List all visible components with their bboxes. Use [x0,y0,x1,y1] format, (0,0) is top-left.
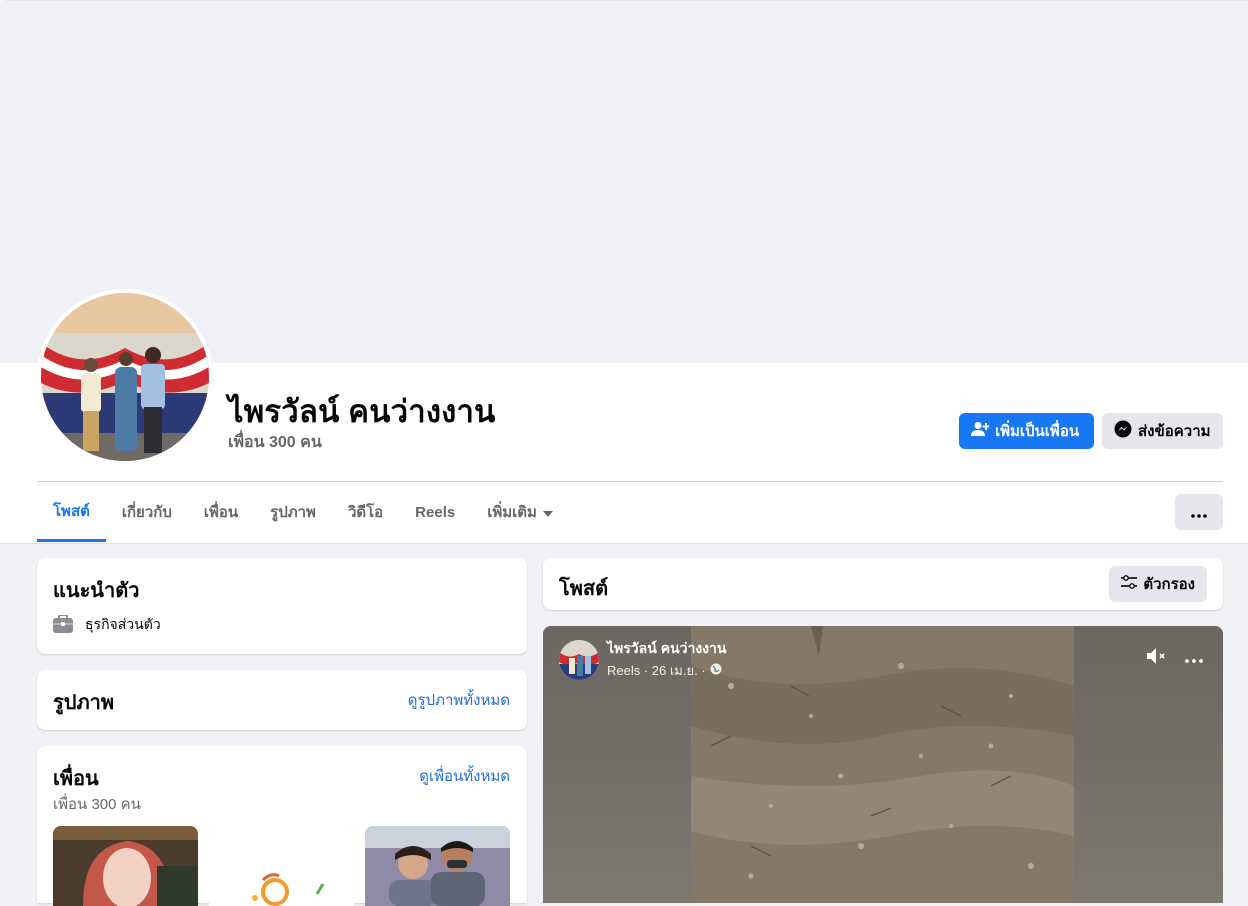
friend-thumbnail[interactable] [209,826,354,906]
profile-name: ไพรวัลน์ คนว่างงาน [228,394,496,429]
reel-author-info: ไพรวัลน์ คนว่างงาน Reels · 26 เม.ย. · [607,638,726,681]
tab-more-label: เพิ่มเติม [487,504,537,521]
reel-controls [1145,646,1203,671]
add-friend-button[interactable]: เพิ่มเป็นเพื่อน [959,413,1094,449]
friend-thumbnail[interactable] [53,826,198,906]
reel-more-icon[interactable] [1185,650,1203,668]
more-dots-icon [1191,502,1207,523]
tab-reels[interactable]: Reels [399,482,471,542]
friends-title[interactable]: เพื่อน [53,762,99,794]
profile-avatar[interactable] [37,289,213,465]
tab-posts[interactable]: โพสต์ [37,482,106,542]
avatar-image [41,293,209,461]
see-all-photos-link[interactable]: ดูรูปภาพทั้งหมด [408,688,510,712]
posts-title: โพสต์ [559,578,609,600]
reel-header: ไพรวัลน์ คนว่างงาน Reels · 26 เม.ย. · [559,638,726,681]
tab-videos[interactable]: วิดีโอ [332,482,399,542]
reel-author-avatar[interactable] [559,639,599,680]
caret-down-icon [542,504,553,521]
reel-post[interactable]: ไพรวัลน์ คนว่างงาน Reels · 26 เม.ย. · [543,626,1223,903]
posts-header-card: โพสต์ ตัวกรอง [543,558,1223,610]
message-label: ส่งข้อความ [1138,423,1211,440]
profile-tabs: โพสต์ เกี่ยวกับ เพื่อน รูปภาพ วิดีโอ Ree… [37,482,569,542]
reel-meta-text[interactable]: Reels · 26 เม.ย. · [607,660,706,681]
tab-about[interactable]: เกี่ยวกับ [106,482,188,542]
reel-meta: Reels · 26 เม.ย. · [607,660,726,681]
intro-card: แนะนำตัว ธุรกิจส่วนตัว [37,558,527,654]
globe-icon [710,663,722,678]
mute-icon[interactable] [1145,646,1167,671]
reel-author-name[interactable]: ไพรวัลน์ คนว่างงาน [607,638,726,660]
intro-item-label: ธุรกิจส่วนตัว [85,616,161,632]
cover-photo[interactable] [5,0,1248,363]
reel-video[interactable] [691,626,1074,903]
filter-label: ตัวกรอง [1143,576,1195,593]
see-all-friends-link[interactable]: ดูเพื่อนทั้งหมด [419,764,510,788]
friends-card: เพื่อน ดูเพื่อนทั้งหมด เพื่อน 300 คน [37,746,527,906]
message-button[interactable]: ส่งข้อความ [1102,413,1223,449]
intro-title: แนะนำตัว [53,580,140,602]
tab-more[interactable]: เพิ่มเติม [471,482,569,542]
friend-count[interactable]: เพื่อน 300 คน [228,430,322,455]
filter-button[interactable]: ตัวกรอง [1109,566,1207,602]
intro-item-work: ธุรกิจส่วนตัว [53,613,161,636]
messenger-icon [1114,420,1132,442]
tab-friends[interactable]: เพื่อน [188,482,254,542]
add-friend-label: เพิ่มเป็นเพื่อน [995,423,1080,440]
tab-photos[interactable]: รูปภาพ [254,482,332,542]
more-options-button[interactable] [1175,494,1223,530]
friends-count: เพื่อน 300 คน [53,796,141,813]
friend-thumbnail[interactable] [365,826,510,906]
add-friend-icon [971,421,990,441]
photos-title[interactable]: รูปภาพ [53,686,114,718]
briefcase-icon [53,613,73,636]
filter-icon [1121,575,1138,593]
photos-card: รูปภาพ ดูรูปภาพทั้งหมด [37,670,527,730]
